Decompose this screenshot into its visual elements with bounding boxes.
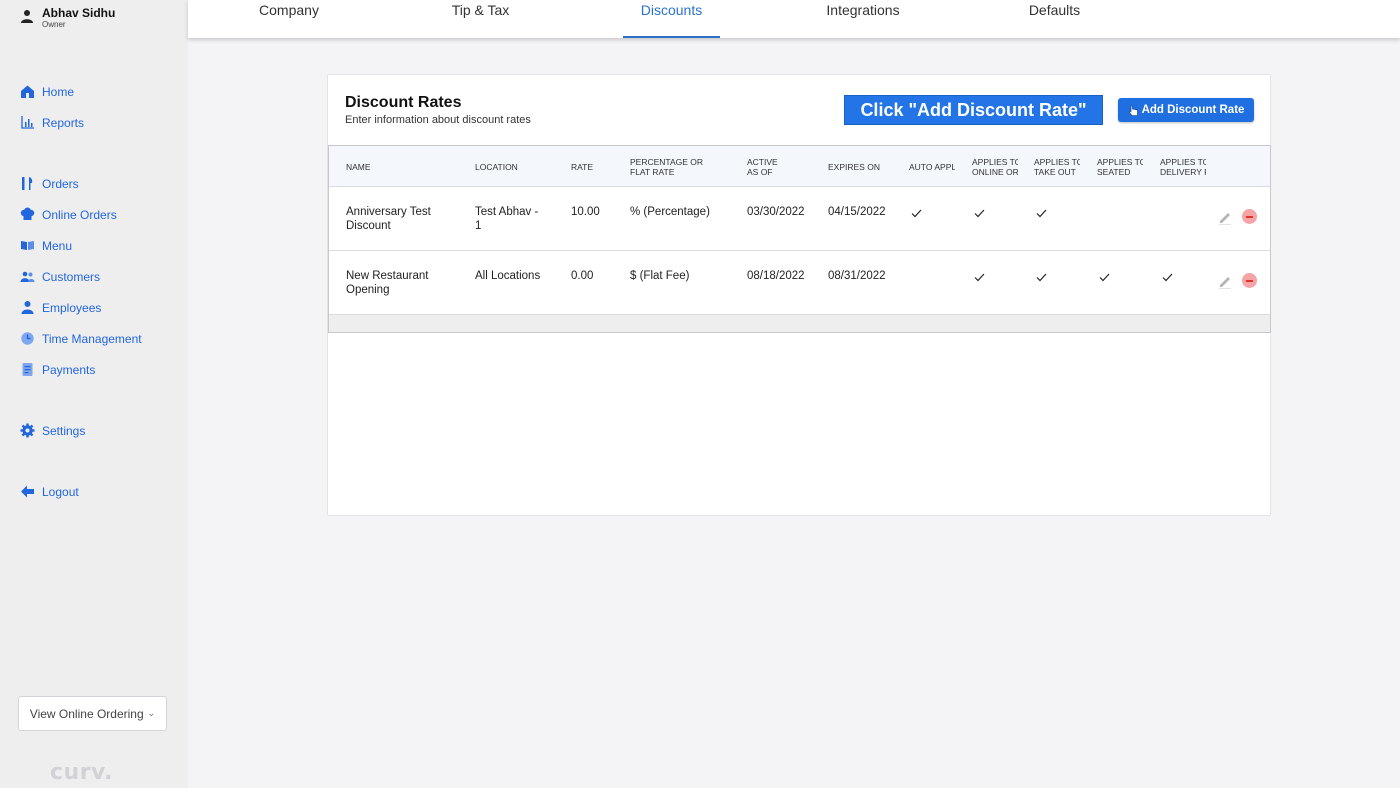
sidebar-item-label: Home [42, 84, 75, 99]
sidebar-item-payments[interactable]: Payments [20, 362, 95, 377]
page-subtitle: Enter information about discount rates [345, 114, 531, 126]
receipt-icon [22, 363, 33, 376]
cell-active: 03/30/2022 [747, 206, 805, 218]
sidebar-item-logout[interactable]: Logout [20, 484, 79, 499]
col-header-location[interactable]: LOCATION [475, 146, 555, 187]
curv-logo: curv. [50, 760, 113, 785]
cell-rate: 10.00 [571, 206, 600, 218]
cell-name: Anniversary Test Discount [346, 206, 431, 232]
sidebar-item-label: Menu [42, 238, 73, 253]
sidebar-item-label: Settings [42, 423, 86, 438]
users-icon [20, 271, 35, 282]
pencil-icon[interactable] [1217, 273, 1233, 289]
sidebar-item-time-management[interactable]: Time Management [20, 331, 142, 346]
table-row[interactable]: New Restaurant Opening All Locations 0.0… [329, 251, 1270, 315]
delete-icon[interactable] [1242, 209, 1257, 224]
col-header-take-out[interactable]: APPLIES TO TAKE OUT [1034, 146, 1080, 187]
home-icon [21, 85, 34, 98]
cell-name: New Restaurant Opening [346, 270, 429, 296]
sidebar-item-settings[interactable]: Settings [20, 423, 85, 438]
check-icon [974, 273, 985, 282]
book-icon [21, 241, 34, 250]
chevron-down-icon: ⌄ [147, 708, 156, 718]
sidebar-item-label: Reports [42, 115, 85, 130]
sidebar-item-label: Orders [42, 176, 79, 191]
sidebar-item-orders[interactable]: Orders [20, 176, 79, 191]
sidebar-item-label: Online Orders [42, 207, 117, 222]
col-header-rate[interactable]: RATE [571, 146, 611, 187]
sidebar-item-home[interactable]: Home [20, 84, 74, 99]
sidebar-item-label: Time Management [42, 331, 142, 346]
check-icon [974, 209, 985, 218]
tab-defaults[interactable]: Defaults [1026, 0, 1083, 38]
utensils-icon [22, 177, 33, 190]
user-name: Abhav Sidhu [42, 6, 116, 20]
col-header-delivery[interactable]: APPLIES TO DELIVERY F [1160, 146, 1206, 187]
user-role: Owner [42, 20, 66, 29]
sidebar-item-customers[interactable]: Customers [20, 269, 100, 284]
table-row[interactable]: Anniversary Test Discount Test Abhav - 1… [329, 187, 1270, 251]
add-discount-rate-button[interactable]: Add Discount Rate [1118, 98, 1254, 122]
view-online-ordering-button[interactable]: View Online Ordering ⌄ [18, 696, 167, 731]
cell-expires: 04/15/2022 [828, 206, 886, 218]
sidebar-item-online-orders[interactable]: Online Orders [20, 207, 117, 222]
cell-rate: 0.00 [571, 270, 594, 282]
sidebar-item-label: Payments [42, 362, 96, 377]
check-icon [1036, 209, 1047, 218]
table-footer [329, 315, 1270, 332]
person-icon [21, 301, 34, 314]
sidebar-item-employees[interactable]: Employees [20, 300, 101, 315]
cell-location: Test Abhav - 1 [475, 206, 539, 232]
user-block[interactable]: Abhav Sidhu Owner [20, 6, 115, 30]
col-header-expires[interactable]: EXPIRES ON [828, 146, 898, 187]
user-icon [21, 10, 33, 23]
col-header-name[interactable]: NAME [346, 146, 446, 187]
view-online-ordering-label: View Online Ordering [29, 706, 144, 721]
col-header-type[interactable]: PERCENTAGE OR FLAT RATE [630, 146, 730, 187]
tab-tip-tax[interactable]: Tip & Tax [449, 0, 512, 38]
cell-active: 08/18/2022 [747, 270, 805, 282]
page-title: Discount Rates [345, 94, 462, 111]
tab-integrations[interactable]: Integrations [822, 0, 904, 38]
check-icon [1162, 273, 1173, 282]
check-icon [1099, 273, 1110, 282]
sidebar-item-label: Customers [42, 269, 101, 284]
discount-table: NAME LOCATION RATE PERCENTAGE OR FLAT RA… [328, 145, 1271, 333]
sidebar-item-label: Logout [42, 484, 79, 499]
cell-expires: 08/31/2022 [828, 270, 886, 282]
sidebar: Abhav Sidhu Owner Home Reports Orders On… [0, 0, 188, 788]
check-icon [911, 209, 922, 218]
instruction-callout: Click "Add Discount Rate" [844, 95, 1103, 125]
pencil-icon[interactable] [1217, 209, 1233, 225]
chef-hat-icon [20, 207, 35, 220]
col-header-seated[interactable]: APPLIES TO SEATED [1097, 146, 1143, 187]
delete-icon[interactable] [1242, 273, 1257, 288]
discount-rates-card: Discount Rates Enter information about d… [327, 74, 1271, 516]
chart-icon [21, 116, 34, 129]
cell-type: $ (Flat Fee) [630, 270, 690, 282]
cell-location: All Locations [475, 270, 541, 282]
add-discount-rate-label: Add Discount Rate [1141, 104, 1245, 116]
gear-icon [20, 423, 35, 438]
tab-company[interactable]: Company [257, 0, 321, 38]
col-header-auto-apply[interactable]: AUTO APPLY [909, 146, 955, 187]
sidebar-item-menu[interactable]: Menu [20, 238, 72, 253]
col-header-active[interactable]: ACTIVE AS OF [747, 146, 807, 187]
settings-tab-bar: Company Tip & Tax Discounts Integrations… [188, 0, 1400, 38]
col-header-online[interactable]: APPLIES TO ONLINE ORDERS [972, 146, 1018, 187]
sidebar-item-label: Employees [42, 300, 102, 315]
table-header: NAME LOCATION RATE PERCENTAGE OR FLAT RA… [329, 146, 1270, 187]
cell-type: % (Percentage) [630, 206, 710, 218]
tab-discounts[interactable]: Discounts [623, 0, 720, 38]
check-icon [1036, 273, 1047, 282]
sidebar-item-reports[interactable]: Reports [20, 115, 84, 130]
clock-icon [21, 332, 34, 345]
pointer-hand-icon [1128, 105, 1138, 116]
arrow-left-icon [21, 485, 34, 498]
